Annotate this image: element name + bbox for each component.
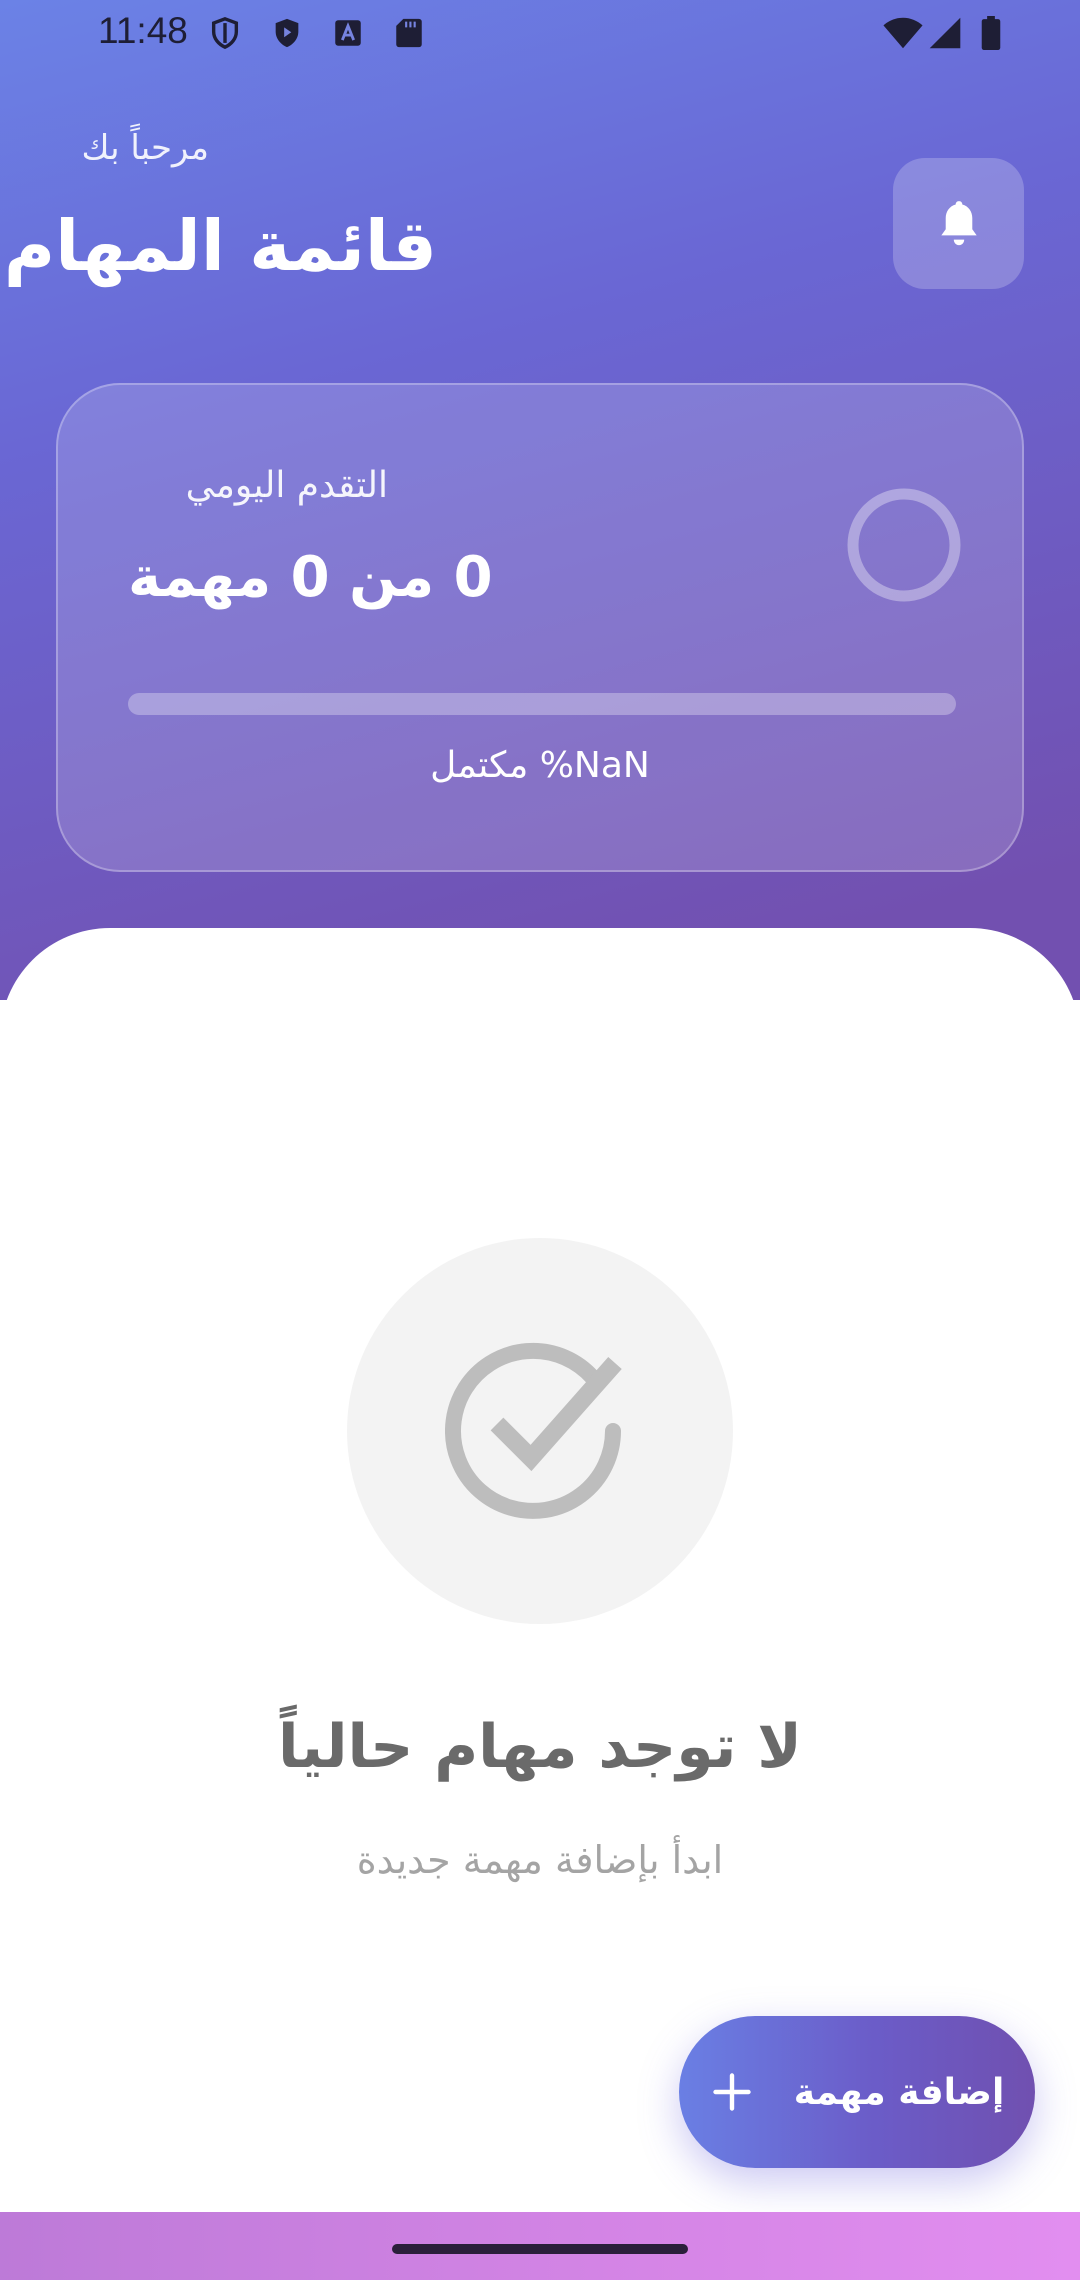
add-task-label: إضافة مهمة bbox=[793, 2071, 1005, 2113]
shield-play-icon bbox=[275, 18, 299, 48]
navigation-bar bbox=[0, 2212, 1080, 2280]
notifications-button[interactable] bbox=[893, 158, 1024, 289]
shield-outline-icon bbox=[211, 17, 239, 50]
progress-ring bbox=[847, 488, 961, 602]
plus-icon bbox=[713, 2073, 751, 2111]
bell-icon bbox=[940, 200, 977, 245]
sd-card-icon bbox=[396, 18, 422, 48]
daily-progress-card: التقدم اليومي 0 من 0 مهمة NaN% مكتمل bbox=[56, 383, 1024, 872]
empty-state-illustration bbox=[347, 1238, 733, 1624]
add-task-button[interactable]: إضافة مهمة bbox=[679, 2016, 1035, 2168]
progress-label: التقدم اليومي bbox=[185, 465, 388, 506]
page-title: قائمة المهام bbox=[3, 205, 437, 287]
home-gesture-handle[interactable] bbox=[392, 2244, 688, 2254]
empty-state-title: لا توجد مهام حالياً bbox=[278, 1712, 802, 1782]
signal-icon bbox=[929, 17, 961, 49]
progress-count: 0 من 0 مهمة bbox=[128, 545, 493, 610]
font-a-icon bbox=[335, 20, 361, 46]
status-bar: 11:48 bbox=[0, 0, 1080, 66]
battery-icon bbox=[981, 16, 1001, 50]
wifi-icon bbox=[883, 17, 923, 49]
greeting-text: مرحباً بك bbox=[81, 128, 209, 168]
progress-percent: NaN% مكتمل bbox=[430, 745, 650, 786]
empty-state-subtitle: ابدأ بإضافة مهمة جديدة bbox=[356, 1838, 724, 1882]
progress-bar bbox=[128, 693, 956, 715]
check-circle-icon bbox=[445, 1342, 622, 1519]
status-time: 11:48 bbox=[98, 10, 188, 51]
